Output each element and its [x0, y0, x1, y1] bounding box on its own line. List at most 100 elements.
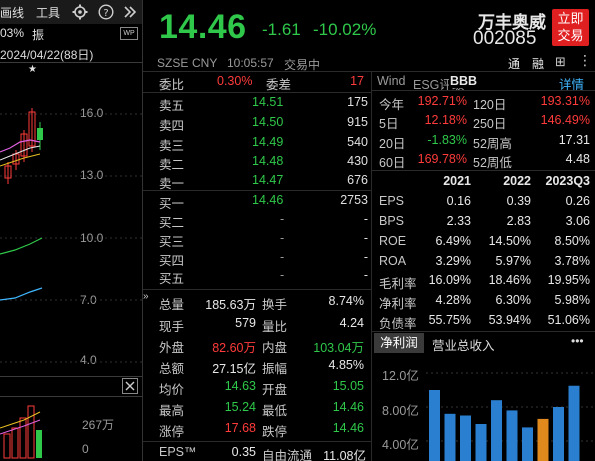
- weibi-row: 委比 0.30% 委差 17: [152, 72, 368, 92]
- volume-zero: 0: [82, 442, 89, 456]
- fin-row: BPS 2.33 2.83 3.06: [377, 213, 592, 232]
- fin-label: 负债率: [379, 317, 417, 331]
- ask-row-1[interactable]: 卖一 14.47 676: [152, 171, 368, 191]
- ask-label: 卖五: [159, 99, 185, 113]
- fin-label: 净利率: [379, 297, 417, 311]
- bar: [491, 400, 502, 461]
- stat-label: 内盘: [262, 341, 288, 355]
- stat-value: 27.15亿: [212, 362, 256, 376]
- more-vertical-icon[interactable]: ⋮: [578, 52, 592, 69]
- ask-row-3[interactable]: 卖三 14.49 540: [152, 133, 368, 153]
- stat-label: 外盘: [159, 341, 185, 355]
- perf-row: 60日 169.78% 52周低 4.48: [377, 151, 592, 170]
- perf-value: 193.31%: [540, 94, 590, 108]
- stat-label: 跌停: [262, 425, 288, 439]
- bid-row-3[interactable]: 买三 - -: [152, 229, 368, 249]
- trade-now-button[interactable]: 立即 交易: [552, 9, 589, 46]
- stat-value: 14.63: [224, 379, 256, 393]
- collapse-left-icon[interactable]: »: [143, 291, 149, 302]
- tools-button[interactable]: 工具: [36, 4, 60, 21]
- grid-menu-icon[interactable]: ⊞: [555, 54, 566, 70]
- stat-value: 15.05: [332, 379, 364, 393]
- margin-badge: 融: [532, 57, 545, 71]
- fin-value: 0.26: [565, 194, 590, 208]
- bar: [553, 407, 564, 461]
- fin-value: 2.33: [446, 214, 471, 228]
- fin-value: 55.75%: [428, 313, 471, 327]
- fin-label: EPS: [379, 194, 405, 208]
- fin-row: 毛利率 16.09% 18.46% 19.95%: [377, 272, 592, 291]
- stat-value: 103.04万: [313, 341, 364, 355]
- perf-label: 5日: [379, 117, 399, 131]
- fin-value: 3.06: [565, 214, 590, 228]
- tab-total-revenue[interactable]: 营业总收入: [432, 335, 495, 354]
- fin-year-header: 2021: [443, 174, 471, 188]
- bid-row-5[interactable]: 买五 - -: [152, 266, 368, 286]
- gear-icon[interactable]: [72, 4, 88, 20]
- stat-row: 外盘 82.60万 内盘 103.04万: [152, 335, 368, 355]
- bid-label: 买五: [159, 272, 185, 286]
- stat-value: 4.85%: [328, 358, 364, 372]
- kline-chart-panel[interactable]: 画线 工具 ? 03% 振 WP 2024/04/22(88日) ★ 16.0 …: [0, 0, 142, 461]
- tab-net-profit[interactable]: 净利润: [374, 333, 424, 353]
- fin-value: 6.49%: [435, 234, 471, 248]
- close-icon[interactable]: [122, 378, 138, 394]
- fin-value: 18.46%: [488, 273, 531, 287]
- fin-label: BPS: [379, 214, 405, 228]
- stat-value: 17.68: [224, 421, 256, 435]
- stat-value: 4.24: [339, 316, 364, 330]
- stat-row: 现手 579 量比 4.24: [152, 314, 368, 334]
- eps-value: 0.35: [231, 445, 256, 459]
- stat-value: 14.46: [332, 400, 364, 414]
- bar: [429, 390, 440, 461]
- fin-row: 净利率 4.28% 6.30% 5.98%: [377, 292, 592, 311]
- perf-label: 52周高: [473, 137, 512, 151]
- perf-label: 今年: [379, 98, 405, 112]
- perf-value: 169.78%: [417, 152, 467, 166]
- ask-volume: 915: [347, 115, 368, 129]
- bar: [444, 413, 456, 461]
- float-value: 11.08亿: [323, 449, 366, 461]
- bid-volume: 2753: [340, 193, 368, 207]
- bid-row-2[interactable]: 买二 - -: [152, 210, 368, 230]
- trade-button-line1: 立即: [557, 11, 584, 26]
- bid-row-4[interactable]: 买四 - -: [152, 248, 368, 268]
- ask-volume: 175: [347, 95, 368, 109]
- bar: [475, 424, 487, 461]
- chevron-right-double-icon[interactable]: [122, 4, 138, 20]
- fin-value: 16.09%: [428, 273, 471, 287]
- fin-value: 8.50%: [554, 234, 590, 248]
- stat-value: 8.74%: [328, 294, 364, 308]
- bid-row-1[interactable]: 买一 14.46 2753: [152, 191, 368, 211]
- fin-label: ROA: [379, 254, 407, 268]
- stat-label: 总量: [159, 298, 185, 312]
- eps-label: EPS™: [159, 445, 197, 459]
- help-icon[interactable]: ?: [98, 4, 114, 20]
- bar: [506, 410, 518, 461]
- ask-row-2[interactable]: 卖二 14.48 430: [152, 152, 368, 172]
- weibi-value: 0.30%: [217, 74, 253, 88]
- wind-label: Wind: [377, 74, 406, 88]
- fin-value: 3.29%: [435, 254, 471, 268]
- fin-label: 毛利率: [379, 277, 417, 291]
- pct-readout: 03%: [0, 26, 25, 40]
- float-label: 自由流通: [262, 449, 313, 461]
- ask-volume: 430: [347, 154, 368, 168]
- price-change-pct: -10.02%: [313, 20, 377, 39]
- currency-label: CNY: [192, 56, 218, 70]
- draw-line-button[interactable]: 画线: [0, 4, 24, 21]
- fin-value: 5.97%: [495, 254, 531, 268]
- fin-row: ROA 3.29% 5.97% 3.78%: [377, 253, 592, 272]
- stat-value: 14.46: [332, 421, 364, 435]
- stat-label: 最低: [262, 404, 288, 418]
- more-icon[interactable]: •••: [571, 334, 584, 348]
- volume-tick: 267万: [82, 418, 115, 432]
- perf-label: 52周低: [473, 156, 512, 170]
- fin-value: 2.83: [506, 214, 531, 228]
- ask-row-5[interactable]: 卖五 14.51 175: [152, 93, 368, 113]
- bar: [460, 415, 471, 461]
- fin-row: ROE 6.49% 14.50% 8.50%: [377, 233, 592, 252]
- wp-icon[interactable]: WP: [120, 27, 138, 40]
- stat-label: 换手: [262, 298, 288, 312]
- ask-row-4[interactable]: 卖四 14.50 915: [152, 113, 368, 133]
